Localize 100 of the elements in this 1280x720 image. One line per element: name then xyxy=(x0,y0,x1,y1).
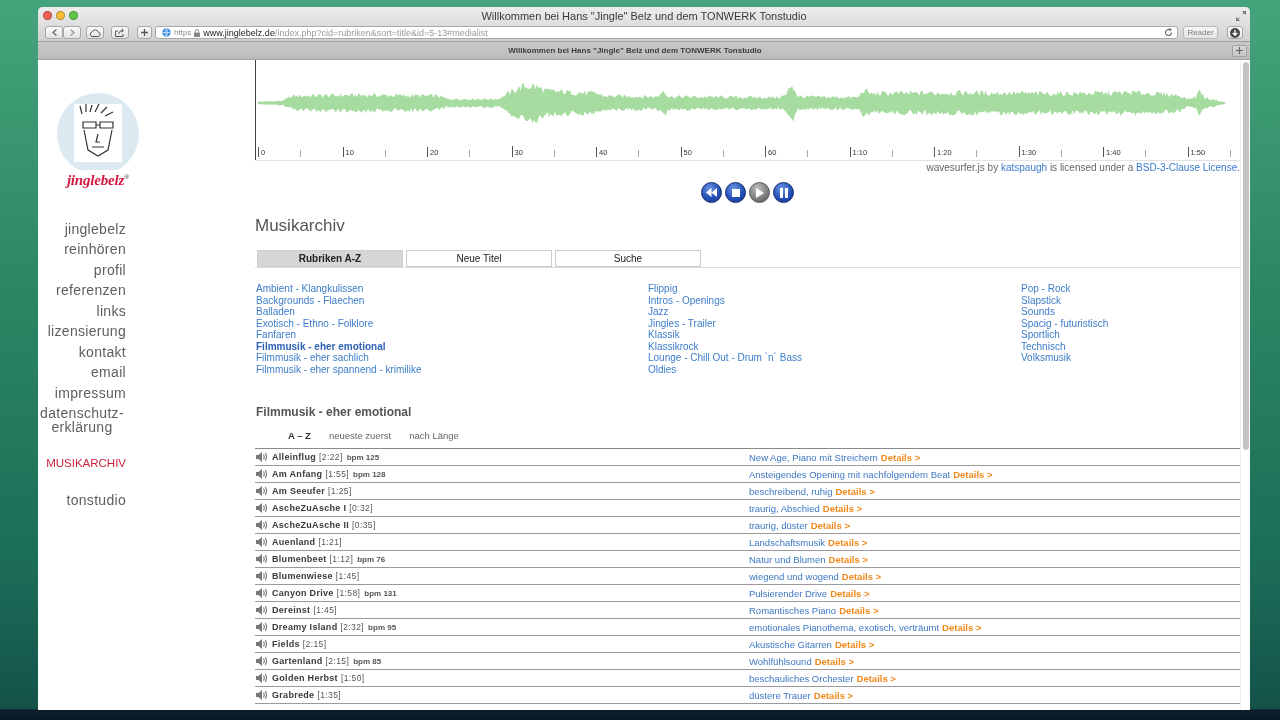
rewind-button[interactable] xyxy=(701,182,722,203)
details-link[interactable]: Details > xyxy=(841,570,882,582)
nav-link[interactable]: impressum xyxy=(54,383,126,404)
credit-link[interactable]: BSD-3-Clause License. xyxy=(1136,162,1240,173)
speaker-icon[interactable] xyxy=(256,503,268,513)
downloads-button[interactable] xyxy=(1227,26,1243,39)
archive-tab[interactable]: Rubriken A-Z xyxy=(257,250,403,267)
forward-button[interactable] xyxy=(63,26,81,39)
category-link[interactable]: Sounds xyxy=(1021,306,1055,318)
sort-option[interactable]: A – Z xyxy=(288,430,311,442)
cloud-tabs-button[interactable] xyxy=(86,26,104,39)
category-link[interactable]: Backgrounds - Flaechen xyxy=(256,294,365,306)
category-link[interactable]: Flippig xyxy=(648,283,678,295)
share-button[interactable] xyxy=(111,26,129,39)
category-link[interactable]: Oldies xyxy=(648,363,677,375)
speaker-icon[interactable] xyxy=(256,622,268,632)
speaker-icon[interactable] xyxy=(256,656,268,666)
add-bookmark-button[interactable] xyxy=(137,26,152,39)
credit-link[interactable]: katspaugh xyxy=(1000,162,1048,173)
speaker-icon[interactable] xyxy=(256,588,268,598)
details-link[interactable]: Details > xyxy=(953,468,993,480)
category-link[interactable]: Intros - Openings xyxy=(648,294,725,306)
description-link[interactable]: beschauliches Orchester xyxy=(749,672,854,684)
sort-option[interactable]: nach Länge xyxy=(409,430,459,442)
description-link[interactable]: Natur und Blumen xyxy=(749,553,826,565)
speaker-icon[interactable] xyxy=(256,690,268,700)
nav-link[interactable]: tonstudio xyxy=(66,490,126,511)
category-link[interactable]: Spacig - futuristisch xyxy=(1021,317,1109,329)
new-tab-button[interactable] xyxy=(1232,44,1247,57)
nav-link[interactable]: datenschutz-erklärung xyxy=(38,403,126,438)
category-link[interactable]: Klassik xyxy=(648,329,680,341)
speaker-icon[interactable] xyxy=(256,469,268,479)
reload-button[interactable] xyxy=(1164,28,1173,37)
description-link[interactable]: Akustische Gitarren xyxy=(749,638,832,650)
details-link[interactable]: Details > xyxy=(828,536,868,548)
details-link[interactable]: Details > xyxy=(942,621,982,633)
details-link[interactable]: Details > xyxy=(880,451,921,463)
description-link[interactable]: Wohlfühlsound xyxy=(749,655,812,667)
details-link[interactable]: Details > xyxy=(814,655,855,667)
nav-link[interactable]: reinhören xyxy=(64,239,126,260)
category-link[interactable]: Slapstick xyxy=(1021,294,1061,306)
archive-tab[interactable]: Suche xyxy=(555,250,701,267)
category-link[interactable]: Jingles - Trailer xyxy=(648,317,716,329)
description-link[interactable]: traurig, düster xyxy=(749,519,808,531)
address-field[interactable]: https www.jinglebelz.de/index.php?cid=rubriken&sort=title&id=5-13#medialist xyxy=(155,26,1178,39)
category-link[interactable]: Ambient - Klangkulissen xyxy=(256,283,364,295)
category-link[interactable]: Sportlich xyxy=(1021,329,1060,341)
category-link[interactable]: Filmmusik - eher sachlich xyxy=(256,352,369,364)
description-link[interactable]: Pulsierender Drive xyxy=(749,587,828,599)
description-link[interactable]: düstere Trauer xyxy=(749,689,811,701)
details-link[interactable]: Details > xyxy=(830,587,870,599)
category-link[interactable]: Jazz xyxy=(648,306,669,318)
description-link[interactable]: Romantisches Piano xyxy=(749,604,837,616)
category-link[interactable]: Klassikrock xyxy=(648,340,699,352)
speaker-icon[interactable] xyxy=(256,486,268,496)
nav-link[interactable]: jinglebelz xyxy=(64,219,126,240)
archive-tab[interactable]: Neue Titel xyxy=(406,250,552,267)
zoom-window-button[interactable] xyxy=(69,11,78,20)
details-link[interactable]: Details > xyxy=(856,672,896,684)
details-link[interactable]: Details > xyxy=(810,519,850,531)
details-link[interactable]: Details > xyxy=(822,502,863,514)
category-link[interactable]: Exotisch - Ethno - Folklore xyxy=(256,317,374,329)
details-link[interactable]: Details > xyxy=(835,485,875,497)
category-link[interactable]: Balladen xyxy=(256,306,295,318)
pause-button[interactable] xyxy=(773,182,794,203)
minimize-window-button[interactable] xyxy=(56,11,65,20)
description-link[interactable]: emotionales Pianothema, exotisch, verträumt xyxy=(749,621,940,633)
nav-link[interactable]: email xyxy=(91,362,126,383)
description-link[interactable]: Ansteigendes Opening mit nachfolgendem Beat xyxy=(749,468,951,480)
nav-link[interactable]: lizensierung xyxy=(47,321,126,342)
speaker-icon[interactable] xyxy=(256,537,268,547)
details-link[interactable]: Details > xyxy=(813,689,854,701)
close-window-button[interactable] xyxy=(43,11,52,20)
details-link[interactable]: Details > xyxy=(828,553,868,565)
details-link[interactable]: Details > xyxy=(839,604,879,616)
speaker-icon[interactable] xyxy=(256,639,268,649)
nav-link[interactable]: kontakt xyxy=(78,342,126,363)
description-link[interactable]: Landschaftsmusik xyxy=(749,536,826,548)
description-link[interactable]: traurig, Abschied xyxy=(749,502,820,514)
scrollbar-thumb[interactable] xyxy=(1243,62,1249,450)
nav-link[interactable]: MUSIKARCHIV xyxy=(46,453,126,474)
nav-link[interactable]: links xyxy=(96,301,126,322)
back-button[interactable] xyxy=(45,26,63,39)
stop-button[interactable] xyxy=(725,182,746,203)
speaker-icon[interactable] xyxy=(256,673,268,683)
speaker-icon[interactable] xyxy=(256,605,268,615)
nav-link[interactable]: profil xyxy=(93,260,126,281)
category-link[interactable]: Pop - Rock xyxy=(1021,283,1071,295)
category-link[interactable]: Filmmusik - eher spannend - krimilike xyxy=(256,363,422,375)
category-link[interactable]: Volksmusik xyxy=(1021,352,1071,364)
category-link[interactable]: Fanfaren xyxy=(256,329,297,341)
category-link[interactable]: Lounge - Chill Out - Drum `n´ Bass xyxy=(648,352,802,364)
description-link[interactable]: wiegend und wogend xyxy=(749,570,839,582)
description-link[interactable]: beschreibend, ruhig xyxy=(749,485,833,497)
speaker-icon[interactable] xyxy=(256,571,268,581)
category-link[interactable]: Technisch xyxy=(1021,340,1066,352)
category-link[interactable]: Filmmusik - eher emotional xyxy=(256,340,386,352)
description-link[interactable]: New Age, Piano mit Streichern xyxy=(749,451,878,463)
details-link[interactable]: Details > xyxy=(834,638,875,650)
nav-link[interactable]: referenzen xyxy=(56,280,126,301)
